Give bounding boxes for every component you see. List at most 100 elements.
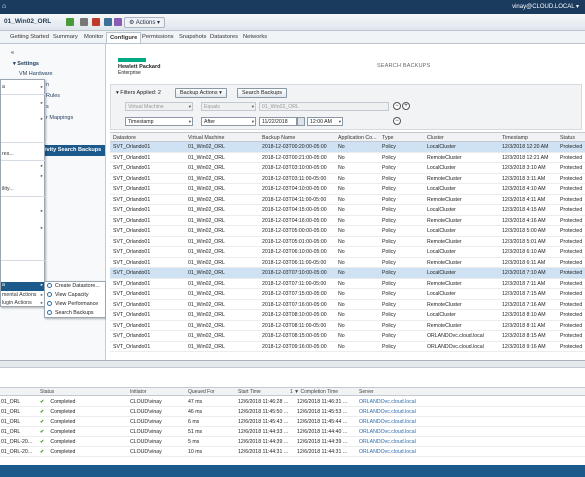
task-row[interactable]: 01_ORL ✔ Completed CLOUD\vinay 46 ms 12/6/201… bbox=[0, 407, 585, 417]
table-row[interactable]: SVT_Orlando01 01_Win02_ORL 2018-12-03T07:1… bbox=[110, 289, 585, 300]
table-row[interactable]: SVT_Orlando01 01_Win02_ORL 2018-12-03T06:1… bbox=[110, 247, 585, 258]
tab-permissions[interactable]: Permissions bbox=[142, 34, 174, 40]
tab-monitor[interactable]: Monitor bbox=[84, 34, 103, 40]
table-row[interactable]: SVT_Orlando01 01_Win02_ORL 2018-12-03T00:2… bbox=[110, 142, 585, 153]
nav-vm-hardware[interactable]: VM Hardware bbox=[19, 71, 53, 77]
table-row[interactable]: SVT_Orlando01 01_Win02_ORL 2018-12-03T05:0… bbox=[110, 237, 585, 247]
task-row[interactable]: 01_ORL-20... ✔ Completed CLOUD\vinay 5 ms 12/… bbox=[0, 437, 585, 447]
home-icon[interactable]: ⌂ bbox=[2, 3, 6, 10]
table-row[interactable]: SVT_Orlando01 01_Win02_ORL 2018-12-03T08:1… bbox=[110, 321, 585, 331]
nav-item-s[interactable]: s bbox=[46, 104, 49, 110]
task-col-status[interactable]: Status bbox=[40, 389, 54, 395]
nav-rules[interactable]: Rules bbox=[46, 93, 60, 99]
backup-actions-button[interactable]: Backup Actions ▾ bbox=[175, 88, 227, 98]
remove-filter2-button[interactable]: − bbox=[393, 117, 401, 125]
col-timestamp[interactable]: Timestamp bbox=[502, 135, 528, 141]
filter1-operator-select[interactable]: Equals ▾ bbox=[201, 102, 256, 111]
remove-filter1-button[interactable]: − bbox=[393, 102, 401, 110]
filter1-value-input[interactable]: 01_Win02_ORL bbox=[259, 102, 389, 111]
submenu-view-capacity[interactable]: View Capacity bbox=[47, 292, 88, 298]
submenu-search-backups[interactable]: Search Backups bbox=[47, 310, 94, 316]
search-backups-button[interactable]: Search Backups bbox=[237, 88, 288, 98]
tab-snapshots[interactable]: Snapshots bbox=[179, 34, 206, 40]
task-target[interactable]: 01_ORL bbox=[1, 429, 20, 435]
tab-configure[interactable]: Configure bbox=[106, 32, 142, 43]
task-col-start[interactable]: Start Time bbox=[238, 389, 261, 395]
tab-networks[interactable]: Networks bbox=[243, 34, 267, 40]
cell-type: Policy bbox=[382, 312, 396, 318]
filter2-time-input[interactable]: 12:00 AM ▾ bbox=[307, 117, 343, 126]
ctx-mental-actions[interactable]: mental Actions ▸ bbox=[1, 292, 45, 298]
migrate-icon[interactable] bbox=[114, 18, 122, 26]
calendar-icon[interactable] bbox=[297, 117, 305, 126]
cell-timestamp: 12/3/2018 4:16 AM bbox=[502, 217, 546, 224]
ctx-plugin-actions[interactable]: lugin Actions ▸ bbox=[1, 300, 45, 306]
table-row[interactable]: SVT_Orlando01 01_Win02_ORL 2018-12-03T06:1… bbox=[110, 258, 585, 268]
task-completion: 12/6/2018 11:44:31 ... bbox=[297, 449, 348, 455]
col-status[interactable]: Status bbox=[560, 135, 575, 141]
task-row[interactable]: 01_ORL ✔ Completed CLOUD\vinay 47 ms 12/6/201… bbox=[0, 397, 585, 407]
table-row[interactable]: SVT_Orlando01 01_Win02_ORL 2018-12-03T04:1… bbox=[110, 195, 585, 205]
ctx-row-5[interactable]: res... bbox=[1, 151, 45, 157]
settings-header[interactable]: ▾ Settings bbox=[13, 61, 39, 67]
add-filter-button[interactable]: + bbox=[402, 102, 410, 110]
table-row[interactable]: SVT_Orlando01 01_Win02_ORL 2018-12-03T04:1… bbox=[110, 205, 585, 216]
col-application-consistent[interactable]: Application Co... bbox=[338, 135, 377, 141]
task-target[interactable]: 01_ORL bbox=[1, 419, 20, 425]
collapse-icon[interactable]: « bbox=[11, 50, 14, 56]
actions-menu[interactable]: ⚙ Actions ▾ bbox=[124, 17, 166, 28]
task-target[interactable]: 01_ORL bbox=[1, 409, 20, 415]
ctx-row-9[interactable]: ility... bbox=[1, 186, 45, 192]
table-row[interactable]: SVT_Orlando01 01_Win02_ORL 2018-12-03T07:1… bbox=[110, 300, 585, 310]
stop-icon[interactable] bbox=[92, 18, 100, 26]
table-row[interactable]: SVT_Orlando01 01_Win02_ORL 2018-12-03T03:1… bbox=[110, 174, 585, 184]
cell-timestamp: 12/3/2018 3:11 AM bbox=[502, 175, 546, 182]
tab-summary[interactable]: Summary bbox=[53, 34, 78, 40]
task-col-server[interactable]: Server bbox=[359, 389, 374, 395]
power-off-icon[interactable] bbox=[80, 18, 88, 26]
task-col-initiator[interactable]: Initiator bbox=[130, 389, 146, 395]
task-col-completion[interactable]: 1 ▼ Completion Time bbox=[290, 389, 338, 395]
task-row[interactable]: 01_ORL ✔ Completed CLOUD\vinay 6 ms 12/6/2018… bbox=[0, 417, 585, 427]
nav-mappings[interactable]: r Mappings bbox=[46, 115, 73, 121]
ctx-row-1[interactable]: a ▸ bbox=[1, 84, 45, 90]
table-row[interactable]: SVT_Orlando01 01_Win02_ORL 2018-12-03T09:1… bbox=[110, 342, 585, 352]
nav-item-n[interactable]: n bbox=[46, 82, 49, 88]
power-on-icon[interactable] bbox=[66, 18, 74, 26]
console-icon[interactable] bbox=[104, 18, 112, 26]
ctx-highlighted-row[interactable]: a ▸ bbox=[1, 282, 45, 291]
user-menu[interactable]: vinay@CLOUD.LOCAL ▾ bbox=[512, 3, 579, 10]
main-content: Hewlett Packard Enterprise SEARCH BACKUP… bbox=[106, 44, 585, 360]
hpe-logo bbox=[118, 58, 146, 62]
task-target[interactable]: 01_ORL bbox=[1, 399, 20, 405]
task-target[interactable]: 01_ORL-20... bbox=[1, 439, 32, 445]
task-col-queued[interactable]: Queued For bbox=[188, 389, 215, 395]
filter2-operator-select[interactable]: After ▾ bbox=[201, 117, 256, 126]
table-row[interactable]: SVT_Orlando01 01_Win02_ORL 2018-12-03T03:1… bbox=[110, 163, 585, 174]
col-backup-name[interactable]: Backup Name bbox=[262, 135, 295, 141]
tab-getting-started[interactable]: Getting Started bbox=[10, 34, 49, 40]
table-row[interactable]: SVT_Orlando01 01_Win02_ORL 2018-12-03T04:1… bbox=[110, 184, 585, 195]
col-type[interactable]: Type bbox=[382, 135, 393, 141]
table-row[interactable]: SVT_Orlando01 01_Win02_ORL 2018-12-03T07:1… bbox=[110, 279, 585, 289]
filter2-field-select[interactable]: Timestamp ▾ bbox=[125, 117, 193, 126]
table-row[interactable]: SVT_Orlando01 01_Win02_ORL 2018-12-03T00:2… bbox=[110, 153, 585, 163]
submenu-create-datastore[interactable]: Create Datastore... bbox=[47, 283, 100, 289]
col-virtual-machine[interactable]: Virtual Machine bbox=[188, 135, 224, 141]
table-row[interactable]: SVT_Orlando01 01_Win02_ORL 2018-12-03T08:1… bbox=[110, 310, 585, 321]
filter2-date-input[interactable]: 11/22/2018 bbox=[259, 117, 297, 126]
table-row[interactable]: SVT_Orlando01 01_Win02_ORL 2018-12-03T08:1… bbox=[110, 331, 585, 342]
filters-applied-toggle[interactable]: ▾ Filters Applied: 2 bbox=[116, 90, 161, 96]
table-row[interactable]: SVT_Orlando01 01_Win02_ORL 2018-12-03T04:1… bbox=[110, 216, 585, 226]
col-datastore[interactable]: Datastore bbox=[113, 135, 136, 141]
tab-datastores[interactable]: Datastores bbox=[210, 34, 238, 40]
col-cluster[interactable]: Cluster bbox=[427, 135, 444, 141]
submenu-view-performance[interactable]: View Performance bbox=[47, 301, 98, 307]
check-icon: ✔ bbox=[40, 429, 45, 435]
table-row[interactable]: SVT_Orlando01 01_Win02_ORL 2018-12-03T05:0… bbox=[110, 226, 585, 237]
filter1-field-select[interactable]: Virtual Machine ▾ bbox=[125, 102, 193, 111]
task-target[interactable]: 01_ORL-20... bbox=[1, 449, 32, 455]
task-row[interactable]: 01_ORL ✔ Completed CLOUD\vinay 51 ms 12/6/201… bbox=[0, 427, 585, 437]
task-row[interactable]: 01_ORL-20... ✔ Completed CLOUD\vinay 10 ms 12… bbox=[0, 447, 585, 457]
table-row[interactable]: SVT_Orlando01 01_Win02_ORL 2018-12-03T07:1… bbox=[110, 268, 585, 279]
